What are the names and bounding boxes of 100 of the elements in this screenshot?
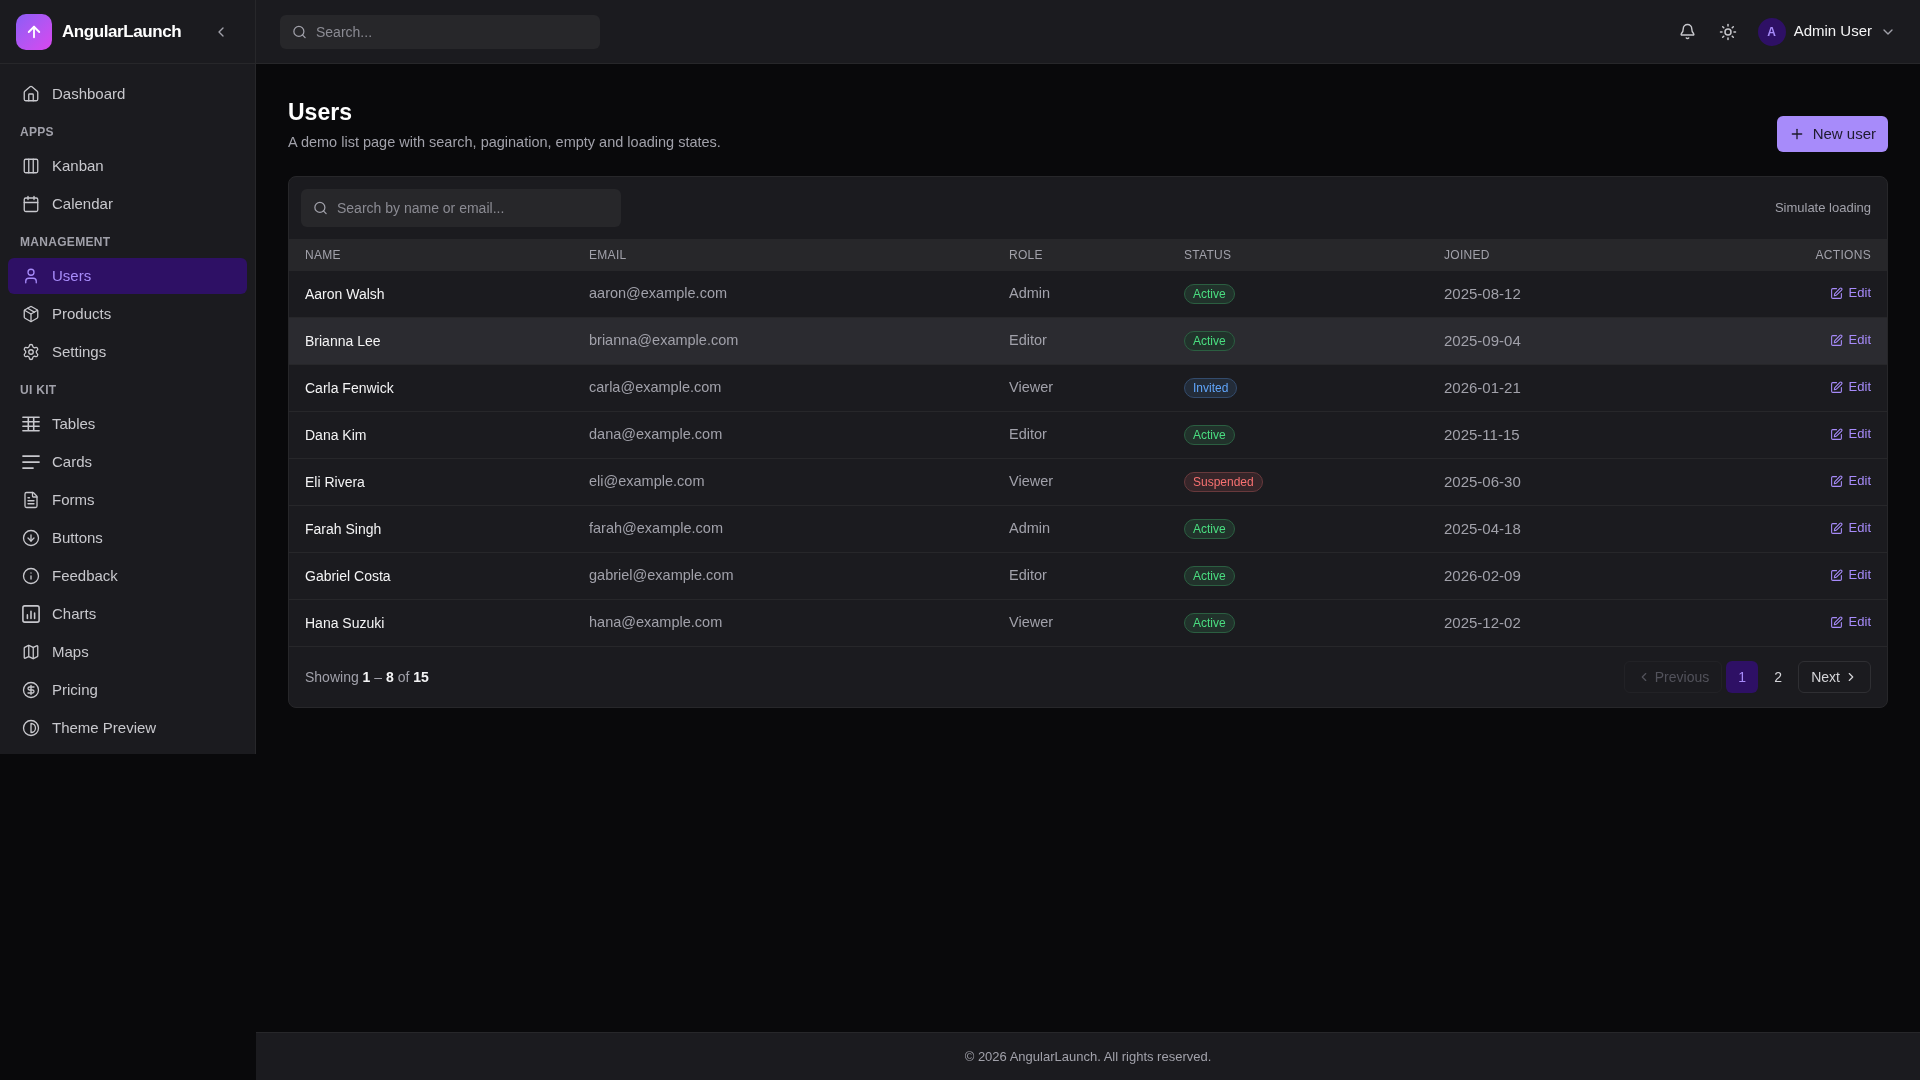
nav-item[interactable]: Dashboard — [8, 76, 247, 112]
lines-icon — [22, 453, 40, 471]
edit-icon — [1829, 615, 1843, 629]
info-icon — [22, 567, 40, 585]
nav-item[interactable]: Forms — [8, 482, 247, 518]
dollar-icon — [22, 681, 40, 699]
page-button[interactable]: 1 — [1726, 661, 1759, 693]
user-name-cell-text: Farah Singh — [305, 519, 382, 539]
map-icon — [22, 643, 40, 661]
new-user-button[interactable]: New user — [1776, 116, 1888, 152]
next-page-button[interactable]: Next — [1798, 661, 1871, 693]
nav-item[interactable]: Kanban — [8, 148, 247, 184]
edit-icon — [1829, 380, 1843, 394]
edit-button[interactable]: Edit — [1829, 471, 1871, 491]
nav-item[interactable]: Charts — [8, 596, 247, 632]
column-header: EMAIL — [589, 247, 627, 264]
column-header: ACTIONS — [1815, 247, 1871, 264]
edit-button[interactable]: Edit — [1829, 565, 1871, 585]
edit-icon — [1829, 286, 1843, 300]
table-search-field[interactable]: Search by name or email... — [301, 189, 621, 227]
email-cell-text: carla@example.com — [589, 378, 722, 398]
status-badge: Active — [1184, 566, 1235, 586]
user-name-cell-text: Gabriel Costa — [305, 566, 391, 586]
sun-icon — [1718, 22, 1737, 41]
edit-icon — [1829, 474, 1843, 488]
nav-item[interactable]: Users — [8, 258, 247, 294]
email-cell-text: dana@example.com — [589, 425, 723, 445]
table-icon — [22, 415, 40, 433]
nav-item[interactable]: Pricing — [8, 672, 247, 708]
email-cell-text: brianna@example.com — [589, 331, 739, 351]
nav-item[interactable]: Calendar — [8, 186, 247, 222]
avatar: A — [1757, 17, 1786, 46]
email-cell-text: gabriel@example.com — [589, 566, 734, 586]
user-name-cell-text: Eli Rivera — [305, 472, 365, 492]
role-cell-text: Editor — [1009, 566, 1047, 586]
joined-date-cell-text: 2026-01-21 — [1444, 377, 1521, 398]
edit-button[interactable]: Edit — [1829, 518, 1871, 538]
status-badge: Suspended — [1184, 472, 1263, 492]
column-header: NAME — [305, 247, 341, 264]
joined-date-cell-text: 2025-09-04 — [1444, 330, 1521, 351]
nav-item[interactable]: Cards — [8, 444, 247, 480]
status-badge: Invited — [1184, 378, 1238, 398]
edit-icon — [1829, 521, 1843, 535]
email-cell-text: hana@example.com — [589, 613, 723, 633]
role-cell-text: Viewer — [1009, 378, 1054, 398]
nav-item[interactable]: Products — [8, 296, 247, 332]
page-subtitle: A demo list page with search, pagination, empty and loading states. — [288, 133, 721, 152]
results-summary: Showing 1 – 8 of 15 — [305, 667, 429, 687]
status-badge: Active — [1184, 519, 1235, 539]
edit-button[interactable]: Edit — [1829, 424, 1871, 444]
brand-name: AngularLaunch — [62, 20, 182, 43]
email-cell-text: farah@example.com — [589, 519, 723, 539]
edit-button[interactable]: Edit — [1829, 612, 1871, 632]
arrow-down-circle-icon — [22, 529, 40, 547]
edit-icon — [1829, 333, 1843, 347]
copyright-text: © 2026 AngularLaunch. All rights reserved. — [964, 1047, 1212, 1066]
joined-date-cell-text: 2025-04-18 — [1444, 518, 1521, 539]
role-cell-text: Viewer — [1009, 613, 1054, 633]
search-field[interactable]: Search... — [280, 14, 600, 49]
user-name-cell-text: Brianna Lee — [305, 331, 381, 351]
bell-icon — [1679, 23, 1697, 40]
house-icon — [22, 85, 40, 103]
role-cell-text: Editor — [1009, 425, 1047, 445]
simulate-loading-button[interactable]: Simulate loading — [1770, 198, 1875, 218]
role-cell-text: Viewer — [1009, 472, 1054, 492]
user-name-cell-text: Hana Suzuki — [305, 613, 385, 633]
edit-button[interactable]: Edit — [1829, 330, 1871, 350]
nav-item[interactable]: Theme Preview — [8, 710, 247, 746]
status-badge: Active — [1184, 284, 1235, 304]
status-badge: Active — [1184, 425, 1235, 445]
page-title: Users — [288, 98, 353, 127]
edit-icon — [1829, 568, 1843, 582]
edit-button[interactable]: Edit — [1829, 283, 1871, 303]
joined-date-cell-text: 2025-06-30 — [1444, 471, 1521, 492]
nav-item[interactable]: Buttons — [8, 520, 247, 556]
nav-item[interactable]: Settings — [8, 334, 247, 370]
user-name-cell-text: Aaron Walsh — [305, 284, 385, 304]
nav-item[interactable]: Maps — [8, 634, 247, 670]
section-label: APPS — [20, 124, 54, 140]
section-label: UI KIT — [20, 382, 57, 398]
email-cell-text: eli@example.com — [589, 472, 705, 492]
box-icon — [22, 305, 40, 323]
user-icon — [22, 267, 40, 285]
document-icon — [22, 491, 40, 509]
role-cell-text: Admin — [1009, 284, 1051, 304]
nav-item[interactable]: Feedback — [8, 558, 247, 594]
email-cell-text: aaron@example.com — [589, 284, 728, 304]
page-button[interactable]: 2 — [1762, 661, 1795, 693]
status-badge: Active — [1184, 613, 1235, 633]
column-header: STATUS — [1184, 247, 1232, 264]
status-badge: Active — [1184, 331, 1235, 351]
column-header: ROLE — [1009, 247, 1043, 264]
joined-date-cell-text: 2025-12-02 — [1444, 612, 1521, 633]
joined-date-cell-text: 2026-02-09 — [1444, 565, 1521, 586]
columns-icon — [22, 157, 40, 175]
user-menu-button[interactable]: A Admin User — [1757, 17, 1896, 46]
user-name-cell-text: Carla Fenwick — [305, 378, 394, 398]
nav-item[interactable]: Tables — [8, 406, 247, 442]
edit-button[interactable]: Edit — [1829, 377, 1871, 397]
joined-date-cell-text: 2025-08-12 — [1444, 283, 1521, 304]
